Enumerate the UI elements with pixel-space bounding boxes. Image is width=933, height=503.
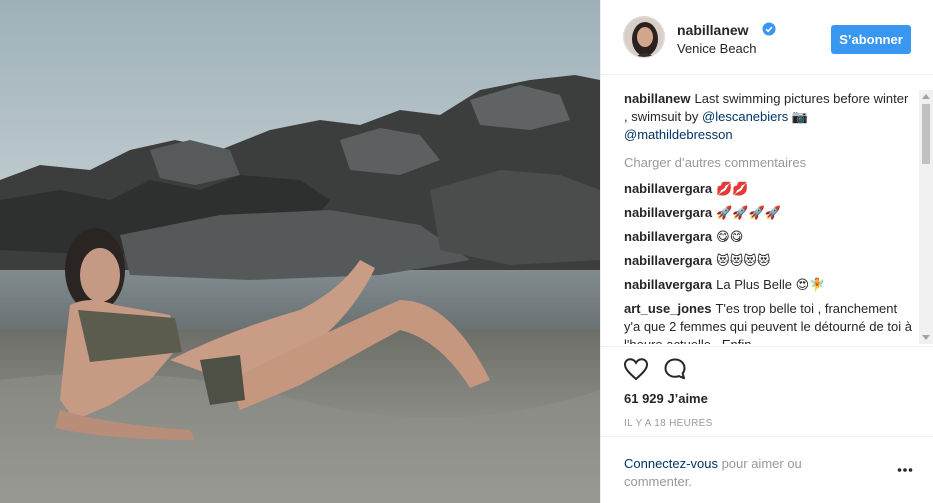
mention-link[interactable]: @lescanebiers [702,109,788,124]
comment-username[interactable]: nabillavergara [624,277,712,292]
likes-count[interactable]: 61 929 J’aime [624,391,708,406]
caption-username[interactable]: nabillanew [624,91,690,106]
comment-item: nabillavergara 😻😻😻😻 [624,252,914,270]
more-options-icon[interactable] [897,467,913,473]
follow-button[interactable]: S’abonner [831,25,911,54]
comment-username[interactable]: nabillavergara [624,181,712,196]
comment-item: nabillavergara 😋😋 [624,228,914,246]
verified-badge-icon [762,22,776,36]
post-location[interactable]: Venice Beach [677,41,757,56]
comment-username[interactable]: nabillavergara [624,229,712,244]
post-photo[interactable] [0,0,600,503]
comment-text: 🚀🚀🚀🚀 [716,205,781,220]
scroll-down-arrow-icon[interactable] [922,335,930,340]
scroll-up-arrow-icon[interactable] [922,94,930,99]
comment-text: 😻😻😻😻 [716,253,771,268]
avatar[interactable] [623,16,665,58]
comment-username[interactable]: art_use_jones [624,301,711,316]
login-link[interactable]: Connectez-vous [624,456,718,471]
comment-text: La Plus Belle 😍🧚 [716,277,826,292]
login-prompt-text: Connectez-vous pour aimer ou commenter. [624,455,864,491]
beach-photo-image [0,0,600,503]
comment-text: 😋😋 [716,229,744,244]
comment-username[interactable]: nabillavergara [624,205,712,220]
post-username[interactable]: nabillanew [677,22,749,38]
comments-list[interactable]: nabillanew Last swimming pictures before … [624,90,914,344]
camera-emoji: 📷 [791,109,809,124]
comment-item: nabillavergara La Plus Belle 😍🧚 [624,276,914,294]
comment-item: art_use_jones T'es trop belle toi , franc… [624,300,914,344]
comment-item: nabillavergara 🚀🚀🚀🚀 [624,204,914,222]
caption: nabillanew Last swimming pictures before … [624,90,914,144]
login-prompt: Connectez-vous pour aimer ou commenter. [601,436,933,503]
comment-username[interactable]: nabillavergara [624,253,712,268]
load-more-comments-link[interactable]: Charger d’autres commentaires [624,154,914,172]
comment-item: nabillavergara 💋💋 [624,180,914,198]
post-side-panel: nabillanew Venice Beach S’abonner nabill… [600,0,933,503]
scroll-thumb[interactable] [922,104,930,164]
post-header: nabillanew Venice Beach S’abonner [601,0,933,75]
post-timestamp: IL Y A 18 HEURES [624,418,713,429]
comment-text: 💋💋 [716,181,749,196]
avatar-image [624,17,664,57]
comments-scrollbar[interactable] [919,90,933,344]
comment-bubble-icon[interactable] [663,357,687,381]
mention-link[interactable]: @mathildebresson [624,127,733,142]
heart-icon[interactable] [623,357,649,381]
